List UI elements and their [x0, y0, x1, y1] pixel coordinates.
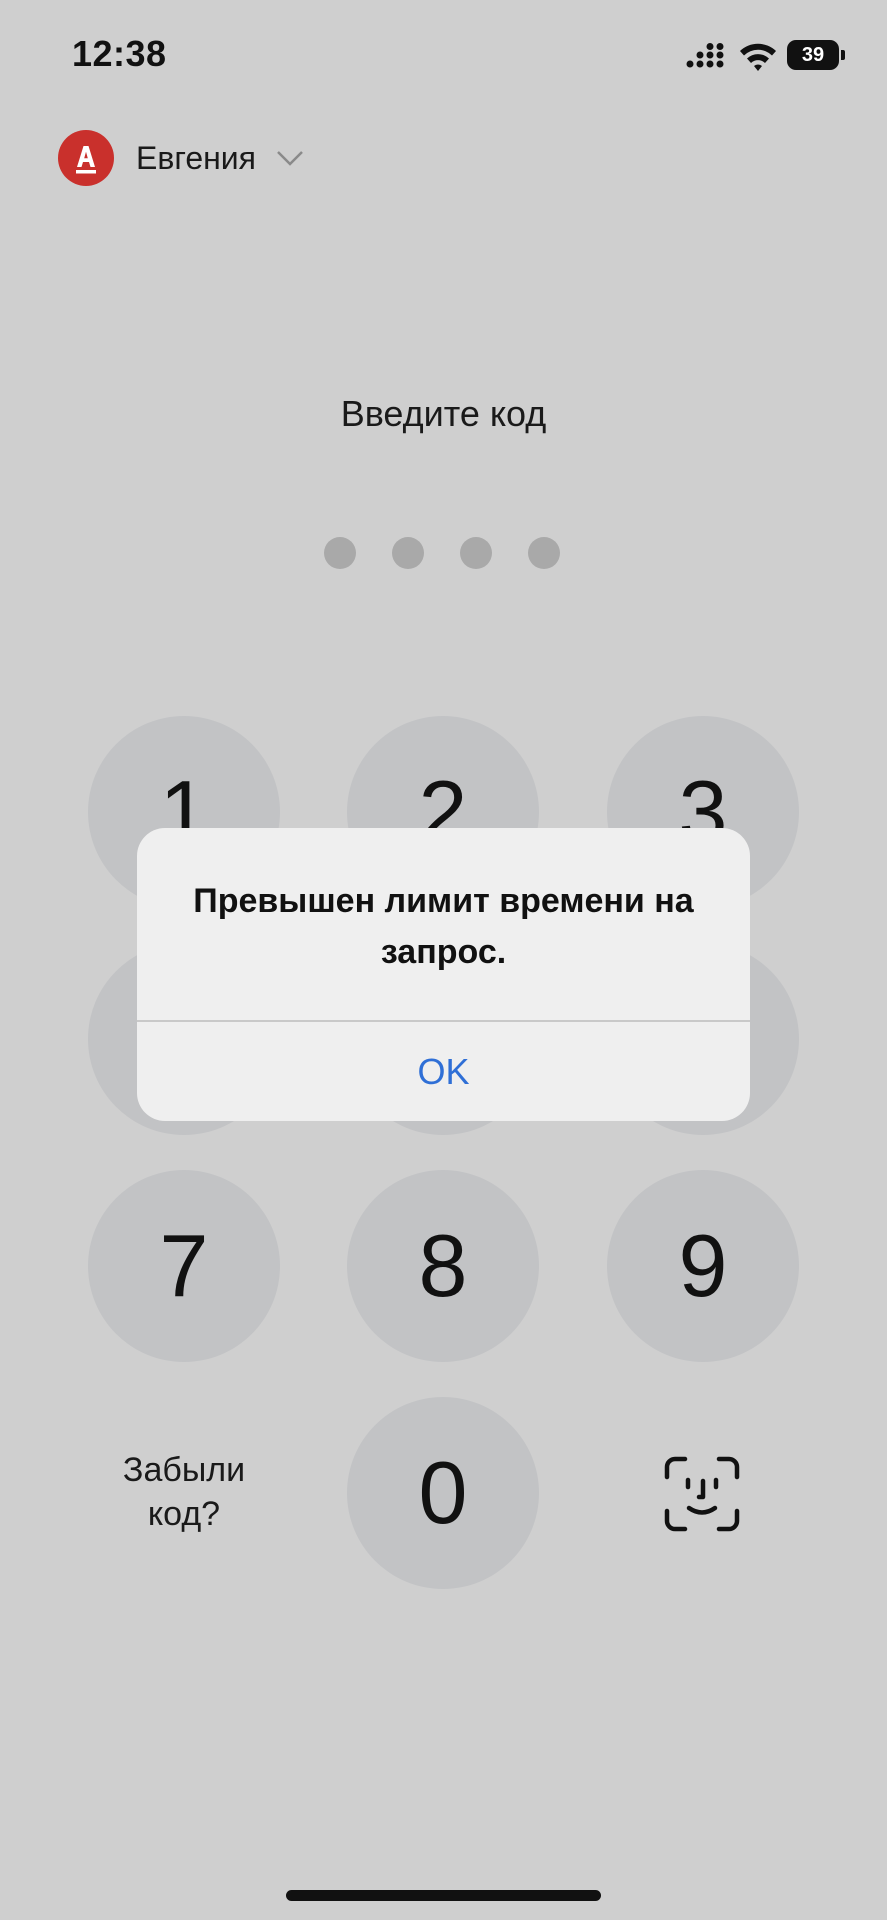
alert-ok-button[interactable]: OK	[137, 1022, 750, 1121]
home-indicator[interactable]	[286, 1890, 601, 1901]
key-8[interactable]: 8	[347, 1170, 539, 1362]
key-9[interactable]: 9	[607, 1170, 799, 1362]
key-7[interactable]: 7	[88, 1170, 280, 1362]
alert-message: Превышен лимит времени на запрос.	[193, 882, 694, 971]
key-0[interactable]: 0	[347, 1397, 539, 1589]
forgot-code-button[interactable]: Забыли код?	[88, 1448, 280, 1536]
pin-entry-screen: 12:38 39 Евгения Введите код 1 2 3 7 8 9…	[0, 0, 887, 1920]
face-id-icon[interactable]	[663, 1455, 741, 1533]
timeout-alert: Превышен лимит времени на запрос. OK	[137, 828, 750, 1121]
